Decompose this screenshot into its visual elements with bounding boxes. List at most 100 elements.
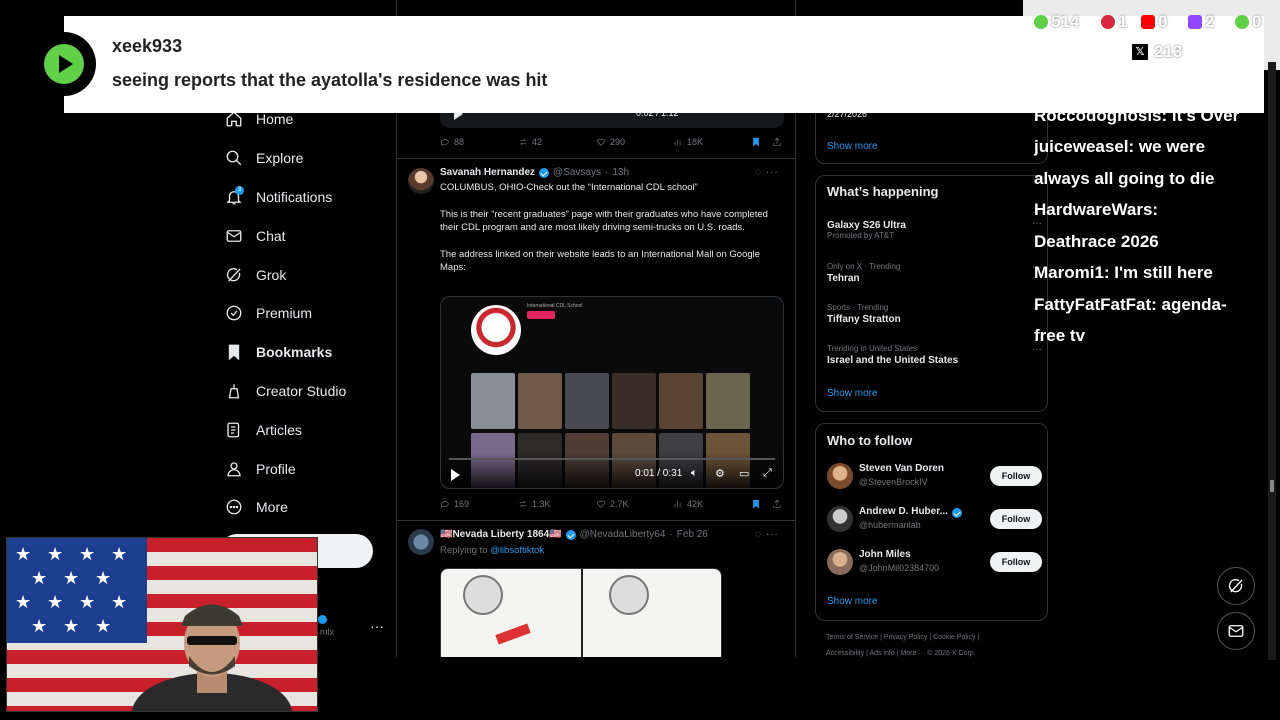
messages-button[interactable]	[1217, 612, 1255, 650]
viewer-count: 1	[1118, 12, 1128, 31]
svg-text:★: ★	[111, 544, 127, 565]
video-progress-bar[interactable]	[449, 458, 775, 460]
nav-label: Premium	[256, 305, 313, 322]
reply-button[interactable]: 169	[440, 499, 469, 509]
nav-item-notifications[interactable]: 3 Notifications	[210, 178, 395, 217]
scrollbar-thumb[interactable]	[1270, 480, 1274, 492]
x-icon: 𝕏	[1132, 44, 1148, 60]
view-count: 42K	[687, 499, 704, 509]
american-flag-background: ★ ★ ★ ★ ★ ★ ★ ★ ★ ★ ★ ★ ★ ★	[7, 538, 317, 711]
account-name[interactable]: John Miles	[859, 549, 911, 560]
webcam-feed: ★ ★ ★ ★ ★ ★ ★ ★ ★ ★ ★ ★ ★ ★	[6, 537, 318, 712]
author-name[interactable]: Savanah Hernandez	[440, 167, 535, 178]
search-icon	[226, 150, 242, 166]
tweet-time[interactable]: Feb 26	[677, 529, 708, 540]
nav-item-premium[interactable]: Premium	[210, 294, 395, 333]
tweet-time[interactable]: 13h	[612, 167, 629, 178]
previous-post-actions: 88 42 290 18K	[440, 137, 784, 151]
nav-item-bookmarks[interactable]: Bookmarks	[210, 333, 395, 372]
nav-item-explore[interactable]: Explore	[210, 139, 395, 178]
author-name[interactable]: 🇺🇸Nevada Liberty 1864🇺🇸	[440, 529, 562, 540]
follow-suggestion[interactable]: Andrew D. Huber... @hubermanlab Follow	[827, 504, 1042, 536]
account-handle: @JohnMil02384700	[859, 563, 940, 573]
bookmark-button[interactable]	[751, 499, 761, 509]
avatar[interactable]	[827, 549, 853, 575]
follow-button[interactable]: Follow	[990, 509, 1042, 529]
page-scrollbar[interactable]	[1268, 62, 1276, 660]
whats-happening-card: What’s happening Galaxy S26 Ultra Promot…	[815, 175, 1048, 412]
bookmark-button[interactable]	[751, 137, 761, 147]
share-button[interactable]	[772, 499, 782, 509]
trend-item[interactable]: Trending in United States Israel and the…	[827, 344, 1042, 366]
tweet-paragraph: The address linked on their website lead…	[440, 248, 761, 274]
other-viewers: 0	[1235, 12, 1261, 32]
like-button[interactable]: 2.7K	[596, 499, 629, 509]
twitch-viewers: 2	[1188, 12, 1214, 32]
follow-button[interactable]: Follow	[990, 466, 1042, 486]
nav-item-profile[interactable]: Profile	[210, 449, 395, 488]
follow-button[interactable]: Follow	[990, 552, 1042, 572]
author-handle[interactable]: @NevadaLiberty64	[580, 529, 666, 540]
grok-icon	[1228, 579, 1243, 593]
show-more-link[interactable]: Show more	[827, 388, 878, 399]
chat-line: HardwareWars:	[1034, 200, 1159, 219]
grok-button[interactable]	[1217, 567, 1255, 605]
show-more-link[interactable]: Show more	[827, 141, 878, 152]
view-count: 18K	[687, 137, 704, 147]
nav-label: More	[256, 499, 288, 516]
svg-text:★: ★	[79, 544, 95, 565]
nav-item-chat[interactable]: Chat	[210, 216, 395, 255]
avatar[interactable]	[827, 463, 853, 489]
account-name[interactable]: Andrew D. Huber...	[859, 506, 948, 517]
volume-icon[interactable]: 🔈︎	[691, 467, 698, 480]
avatar[interactable]	[827, 506, 853, 532]
nav-label: Profile	[256, 460, 296, 477]
share-button[interactable]	[772, 137, 782, 147]
more-options-icon[interactable]: ◌ ···	[755, 167, 779, 178]
play-icon[interactable]	[451, 469, 460, 481]
pip-icon[interactable]: ▭	[739, 467, 749, 480]
replying-to: Replying to @libsoftiktok	[440, 545, 544, 556]
settings-icon[interactable]: ⚙︎	[715, 467, 725, 480]
nav-item-more[interactable]: More	[210, 488, 395, 527]
like-button[interactable]: 290	[596, 137, 625, 147]
video-player[interactable]: International CDL School 0:01 / 0:31 🔈︎ …	[440, 296, 784, 489]
nav-item-articles[interactable]: Articles	[210, 410, 395, 449]
avatar[interactable]	[408, 529, 434, 555]
trend-item[interactable]: Galaxy S26 Ultra Promoted by AT&T ···	[827, 218, 1042, 240]
alert-username: xeek933	[112, 36, 183, 56]
fullscreen-icon[interactable]: ⤢	[763, 467, 772, 480]
repost-button[interactable]: 1.3K	[518, 499, 551, 509]
nav-label: Notifications	[256, 188, 333, 205]
creator-icon	[228, 384, 240, 399]
repost-button[interactable]: 42	[518, 137, 542, 147]
views-button[interactable]: 18K	[673, 137, 703, 147]
show-more-link[interactable]: Show more	[827, 596, 878, 607]
nav-item-creator-studio[interactable]: Creator Studio	[210, 372, 395, 411]
tweet-actions: 169 1.3K 2.7K 42K	[440, 499, 784, 513]
replying-to-handle[interactable]: @libsoftiktok	[490, 545, 544, 556]
footer-line[interactable]: Terms of Service | Privacy Policy | Cook…	[826, 630, 1041, 646]
trend-context: Promoted by AT&T	[827, 231, 894, 240]
nav-item-grok[interactable]: Grok	[210, 255, 395, 294]
x-viewers: 𝕏 213	[1132, 42, 1182, 62]
meme-image[interactable]	[440, 568, 722, 657]
chat-line: Deathrace 2026	[1034, 231, 1159, 251]
more-options-icon[interactable]: ◌ ···	[755, 529, 779, 540]
tweet-header: 🇺🇸Nevada Liberty 1864🇺🇸 @NevadaLiberty64…	[440, 529, 708, 540]
trend-item[interactable]: Only on X · Trending Tehran ···	[827, 262, 1042, 284]
footer-line[interactable]: Accessibility | Ads info | More ··· © 20…	[826, 646, 1041, 657]
account-name[interactable]: Steven Van Doren	[859, 463, 944, 474]
replying-label: Replying to	[440, 545, 491, 556]
account-menu-button[interactable]: ···	[370, 618, 384, 634]
views-button[interactable]: 42K	[673, 499, 703, 509]
separator: ·	[669, 529, 673, 540]
follow-suggestion[interactable]: John Miles @JohnMil02384700 Follow	[827, 547, 1042, 579]
author-handle[interactable]: @Savsays	[553, 167, 601, 178]
follow-suggestion[interactable]: Steven Van Doren @StevenBrockIV Follow	[827, 461, 1042, 493]
heart-icon	[597, 138, 605, 146]
reply-button[interactable]: 88	[440, 137, 464, 147]
avatar[interactable]	[408, 168, 434, 194]
viewer-count: 0	[1158, 12, 1168, 31]
trend-item[interactable]: Sports · Trending Tiffany Stratton ···	[827, 303, 1042, 325]
